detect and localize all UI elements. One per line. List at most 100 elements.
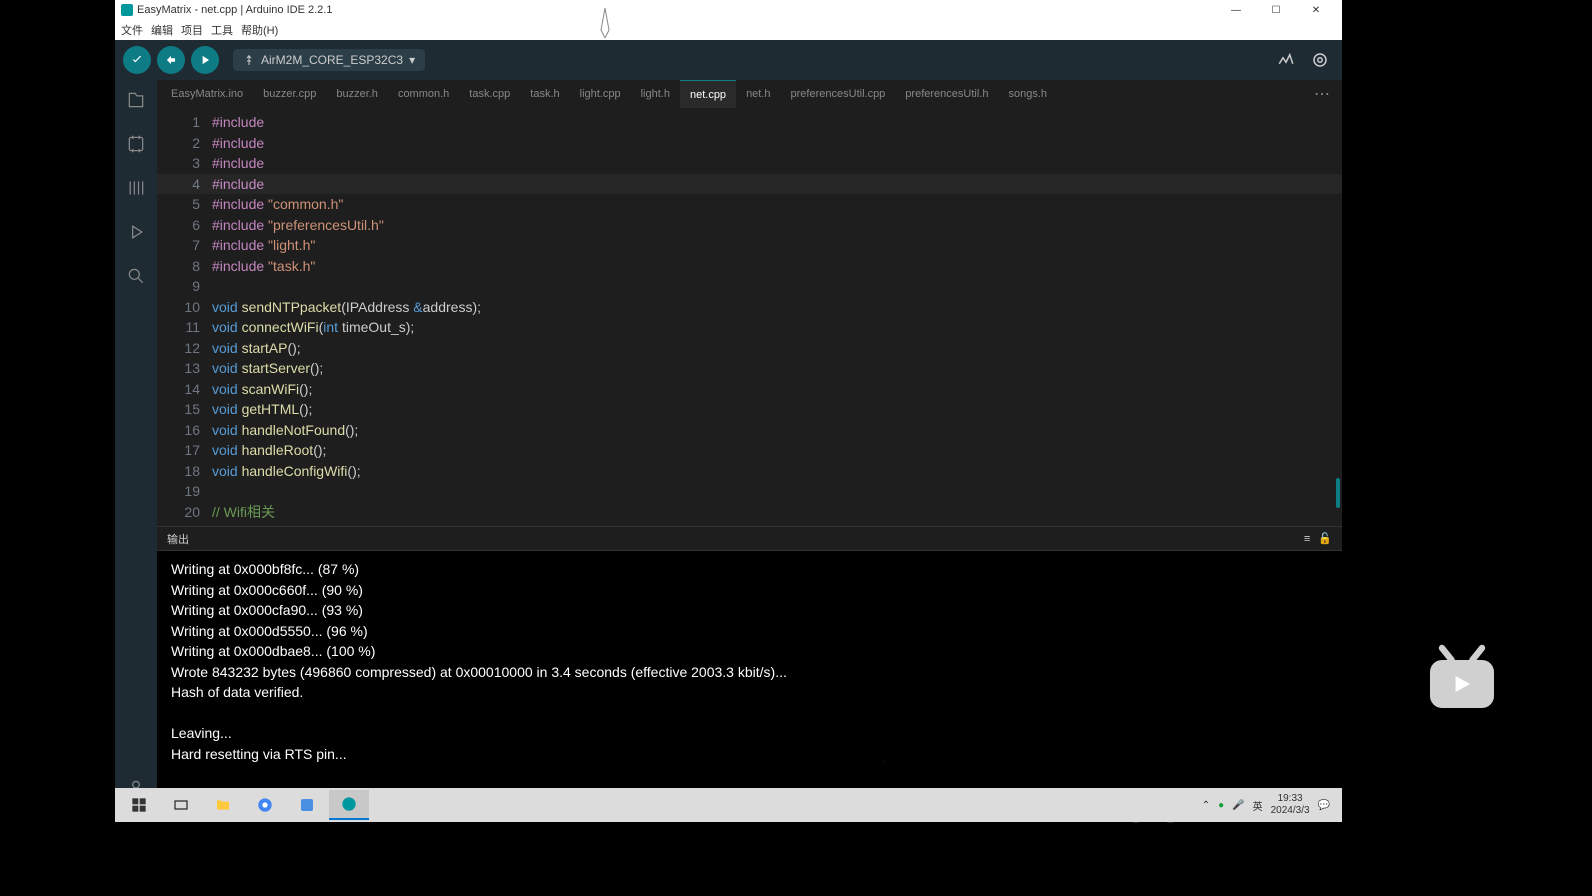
tab-task-h[interactable]: task.h [520,80,569,108]
task-view-button[interactable] [161,790,201,820]
tab-preferencesUtil-h[interactable]: preferencesUtil.h [895,80,998,108]
bilibili-watermark-icon [1422,640,1502,720]
maximize-button[interactable]: ☐ [1256,0,1296,20]
output-header: 输出 ≡ 🔓 [157,527,1342,551]
file-explorer-button[interactable] [203,790,243,820]
verify-button[interactable] [123,46,151,74]
title-bar: EasyMatrix - net.cpp | Arduino IDE 2.2.1… [115,0,1342,20]
output-line: Writing at 0x000bf8fc... (87 %) [171,559,1328,580]
code-line-19[interactable] [212,481,1342,502]
tab-net-cpp[interactable]: net.cpp [680,80,736,108]
tray-icon-2[interactable]: 🎤 [1232,800,1244,811]
tab-task-cpp[interactable]: task.cpp [459,80,520,108]
code-line-11[interactable]: void connectWiFi(int timeOut_s); [212,317,1342,338]
arduino-ide-taskbar-button[interactable] [329,790,369,820]
chrome-button[interactable] [245,790,285,820]
debug-button[interactable] [191,46,219,74]
tab-light-h[interactable]: light.h [631,80,680,108]
sidebar-library-manager[interactable] [124,176,148,200]
code-line-2[interactable]: #include [212,133,1342,154]
code-editor[interactable]: 1234567891011121314151617181920 #include… [157,108,1342,526]
arduino-ide-window: EasyMatrix - net.cpp | Arduino IDE 2.2.1… [115,0,1342,822]
tab-songs-h[interactable]: songs.h [998,80,1057,108]
sidebar [115,80,157,808]
code-line-4[interactable]: #include [212,174,1342,195]
output-filter-icon[interactable]: ≡ [1304,533,1310,545]
tray-icon-1[interactable]: ● [1218,800,1224,811]
tab-buzzer-cpp[interactable]: buzzer.cpp [253,80,326,108]
output-lock-icon[interactable]: 🔓 [1318,532,1332,545]
output-line: Writing at 0x000c660f... (90 %) [171,580,1328,601]
code-line-8[interactable]: #include "task.h" [212,256,1342,277]
output-line: Writing at 0x000d5550... (96 %) [171,621,1328,642]
tab-buzzer-h[interactable]: buzzer.h [326,80,388,108]
code-content[interactable]: #include #include #include #include #inc… [212,108,1342,526]
app-button-1[interactable] [287,790,327,820]
close-button[interactable]: ✕ [1296,0,1336,20]
sidebar-search[interactable] [124,264,148,288]
clock-time: 19:33 [1271,793,1310,805]
upload-button[interactable] [157,46,185,74]
tab-light-cpp[interactable]: light.cpp [570,80,631,108]
tab-common-h[interactable]: common.h [388,80,459,108]
menu-bar: 文件 编辑 项目 工具 帮助(H) [115,20,1342,40]
output-line: Writing at 0x000cfa90... (93 %) [171,600,1328,621]
tray-chevron-up-icon[interactable]: ⌃ [1202,800,1210,811]
tab-EasyMatrix-ino[interactable]: EasyMatrix.ino [161,80,253,108]
window-title: EasyMatrix - net.cpp | Arduino IDE 2.2.1 [137,4,332,16]
chevron-down-icon: ▾ [409,53,415,67]
code-line-3[interactable]: #include [212,153,1342,174]
menu-edit[interactable]: 编辑 [151,22,173,38]
usb-icon [243,54,255,66]
code-line-6[interactable]: #include "preferencesUtil.h" [212,215,1342,236]
code-line-15[interactable]: void getHTML(); [212,399,1342,420]
board-name: AirM2M_CORE_ESP32C3 [261,53,403,67]
line-gutter: 1234567891011121314151617181920 [157,108,212,526]
sidebar-boards-manager[interactable] [124,132,148,156]
main-area: EasyMatrix.inobuzzer.cppbuzzer.hcommon.h… [115,80,1342,808]
board-selector[interactable]: AirM2M_CORE_ESP32C3 ▾ [233,49,425,71]
code-line-20[interactable]: // Wifi相关 [212,502,1342,523]
code-line-9[interactable] [212,276,1342,297]
toolbar: AirM2M_CORE_ESP32C3 ▾ [115,40,1342,80]
app-icon [121,4,133,16]
windows-taskbar: ⌃ ● 🎤 英 19:33 2024/3/3 💬 [115,788,1342,822]
menu-sketch[interactable]: 项目 [181,22,203,38]
tabs-bar: EasyMatrix.inobuzzer.cppbuzzer.hcommon.h… [157,80,1342,108]
clock[interactable]: 19:33 2024/3/3 [1271,793,1310,817]
output-line: Writing at 0x000dbae8... (100 %) [171,641,1328,662]
menu-help[interactable]: 帮助(H) [241,22,278,38]
serial-monitor-button[interactable] [1306,46,1334,74]
tab-net-h[interactable]: net.h [736,80,780,108]
code-line-18[interactable]: void handleConfigWifi(); [212,461,1342,482]
menu-file[interactable]: 文件 [121,22,143,38]
code-line-7[interactable]: #include "light.h" [212,235,1342,256]
code-line-10[interactable]: void sendNTPpacket(IPAddress &address); [212,297,1342,318]
code-line-5[interactable]: #include "common.h" [212,194,1342,215]
clock-date: 2024/3/3 [1271,805,1310,817]
code-line-14[interactable]: void scanWiFi(); [212,379,1342,400]
output-line: Hash of data verified. [171,682,1328,703]
serial-plotter-button[interactable] [1272,46,1300,74]
editor-scrollbar[interactable] [1336,478,1340,508]
sidebar-debug[interactable] [124,220,148,244]
ime-indicator[interactable]: 英 [1253,798,1263,813]
minimize-button[interactable]: — [1216,0,1256,20]
tab-preferencesUtil-cpp[interactable]: preferencesUtil.cpp [781,80,896,108]
output-line: Wrote 843232 bytes (496860 compressed) a… [171,662,1328,683]
code-line-1[interactable]: #include [212,112,1342,133]
start-button[interactable] [119,790,159,820]
code-line-17[interactable]: void handleRoot(); [212,440,1342,461]
editor-area: EasyMatrix.inobuzzer.cppbuzzer.hcommon.h… [157,80,1342,808]
system-tray: ⌃ ● 🎤 英 19:33 2024/3/3 💬 [1202,793,1338,817]
menu-tools[interactable]: 工具 [211,22,233,38]
code-line-13[interactable]: void startServer(); [212,358,1342,379]
tabs-overflow[interactable]: ⋯ [1306,84,1338,104]
code-line-12[interactable]: void startAP(); [212,338,1342,359]
output-tab-label[interactable]: 输出 [167,531,189,547]
code-line-16[interactable]: void handleNotFound(); [212,420,1342,441]
sidebar-sketchbook[interactable] [124,88,148,112]
output-line [171,703,1328,724]
action-center-icon[interactable]: 💬 [1318,800,1330,811]
video-subtitle: 我们按一下 [701,730,891,785]
